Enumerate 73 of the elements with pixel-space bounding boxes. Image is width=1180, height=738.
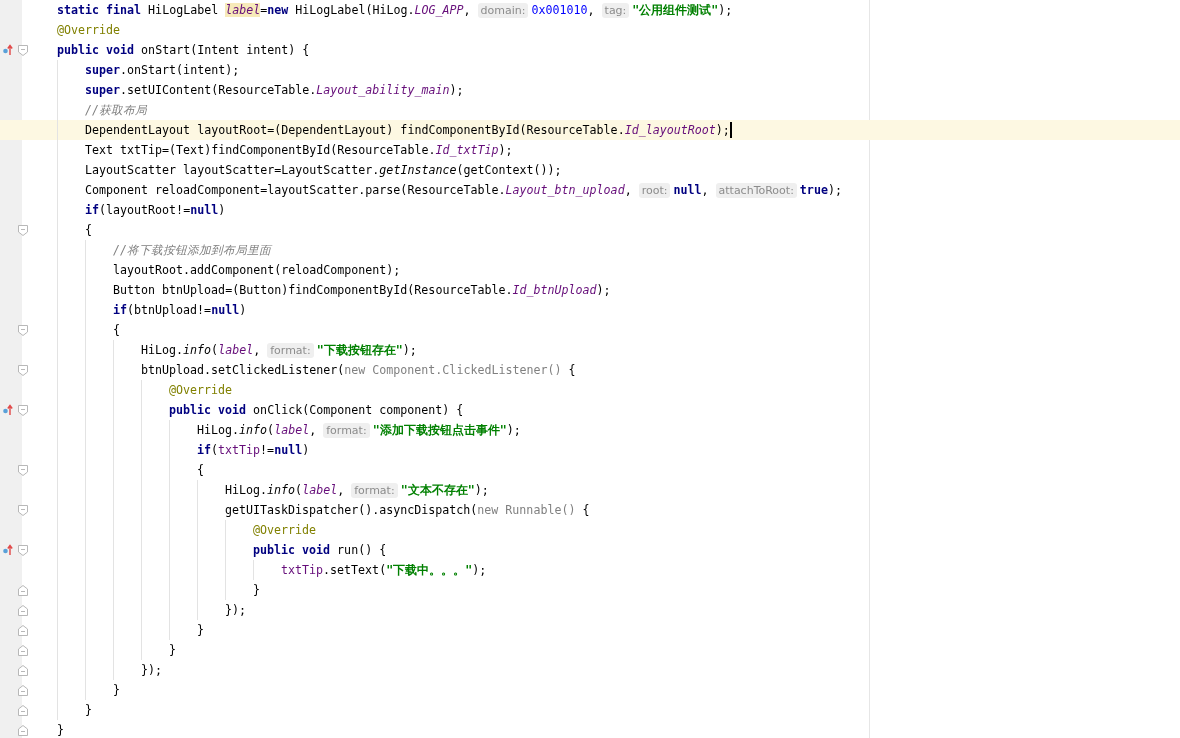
code-text: //获取布局 <box>85 102 148 118</box>
text-cursor <box>729 122 732 138</box>
fold-icon[interactable] <box>18 464 28 476</box>
parameter-hint: format: <box>351 482 398 498</box>
code-text: Text txtTip=(Text)findComponentById(ResourceTable.Id_txtTip); <box>85 143 513 157</box>
code-text: "文本不存在"); <box>400 482 489 498</box>
unfold-end-icon[interactable] <box>18 584 28 596</box>
override-arrow-icon[interactable] <box>3 404 13 416</box>
code-text: { <box>197 463 204 477</box>
unfold-end-icon[interactable] <box>18 724 28 736</box>
code-text: "添加下载按钮点击事件"); <box>372 422 521 438</box>
code-text: if(btnUpload!=null) <box>113 303 247 317</box>
unfold-end-icon[interactable] <box>18 684 28 696</box>
parameter-hint: format: <box>267 342 314 358</box>
fold-icon[interactable] <box>18 44 28 56</box>
code-text: HiLog.info(label, <box>225 483 346 497</box>
parameter-hint: domain: <box>477 2 529 18</box>
fold-icon[interactable] <box>18 404 28 416</box>
code-text: Component reloadComponent=layoutScatter.parse(ResourceTable.Layout_btn_upload, <box>85 183 633 197</box>
unfold-end-icon[interactable] <box>18 644 28 656</box>
code-text: } <box>113 683 120 697</box>
code-text: "下载按钮存在"); <box>316 342 417 358</box>
code-text: HiLog.info(label, <box>197 423 318 437</box>
fold-icon[interactable] <box>18 224 28 236</box>
code-text: public void run() { <box>253 543 387 557</box>
code-text: } <box>253 583 260 597</box>
parameter-hint: tag: <box>601 2 630 18</box>
parameter-hint: format: <box>323 422 370 438</box>
code-text: } <box>169 643 176 657</box>
unfold-end-icon[interactable] <box>18 704 28 716</box>
fold-icon[interactable] <box>18 364 28 376</box>
code-text: super.onStart(intent); <box>85 63 240 77</box>
code-text: getUITaskDispatcher().asyncDispatch(new Runnable() { <box>225 503 590 517</box>
code-text: public void onStart(Intent intent) { <box>57 43 310 57</box>
code-text: layoutRoot.addComponent(reloadComponent); <box>113 263 401 277</box>
code-text: null, <box>673 183 710 197</box>
parameter-hint: attachToRoot: <box>715 182 797 198</box>
code-text: true); <box>799 183 842 197</box>
code-text: super.setUIContent(ResourceTable.Layout_ability_main); <box>85 83 464 97</box>
unfold-end-icon[interactable] <box>18 604 28 616</box>
code-text: if(txtTip!=null) <box>197 443 310 457</box>
unfold-end-icon[interactable] <box>18 624 28 636</box>
code-text: @Override <box>253 523 317 537</box>
code-text: 0x001010, <box>531 3 596 17</box>
code-text: @Override <box>57 23 121 37</box>
code-text: }); <box>141 663 163 677</box>
code-text: { <box>85 223 92 237</box>
override-arrow-icon[interactable] <box>3 544 13 556</box>
unfold-end-icon[interactable] <box>18 664 28 676</box>
override-arrow-icon[interactable] <box>3 44 13 56</box>
code-text: static final HiLogLabel <box>57 3 220 17</box>
fold-icon[interactable] <box>18 324 28 336</box>
parameter-hint: root: <box>638 182 671 198</box>
code-text: Button btnUpload=(Button)findComponentById(ResourceTable.Id_btnUpload); <box>113 283 611 297</box>
fold-icon[interactable] <box>18 504 28 516</box>
code-text: } <box>57 723 64 737</box>
code-text: txtTip.setText("下载中。。。"); <box>281 562 487 578</box>
code-text: HiLog.info(label, <box>141 343 262 357</box>
fold-icon[interactable] <box>18 544 28 556</box>
code-text: { <box>113 323 120 337</box>
code-text: @Override <box>169 383 233 397</box>
highlighted-identifier: label <box>225 3 261 17</box>
code-text: "公用组件测试"); <box>632 2 733 18</box>
code-text: } <box>85 703 92 717</box>
code-text: } <box>197 623 204 637</box>
code-text: LayoutScatter layoutScatter=LayoutScatter.getInstance(getContext()); <box>85 163 562 177</box>
code-text: =new HiLogLabel(HiLog.LOG_APP, <box>260 3 472 17</box>
code-text: if(layoutRoot!=null) <box>85 203 226 217</box>
code-text: public void onClick(Component component) { <box>169 403 464 417</box>
code-text: }); <box>225 603 247 617</box>
code-text: DependentLayout layoutRoot=(DependentLayout) findComponentById(ResourceTable.Id_layoutRoot); <box>85 123 730 137</box>
code-text: btnUpload.setClickedListener(new Component.ClickedListener() { <box>141 363 576 377</box>
code-text: //将下载按钮添加到布局里面 <box>113 242 272 258</box>
